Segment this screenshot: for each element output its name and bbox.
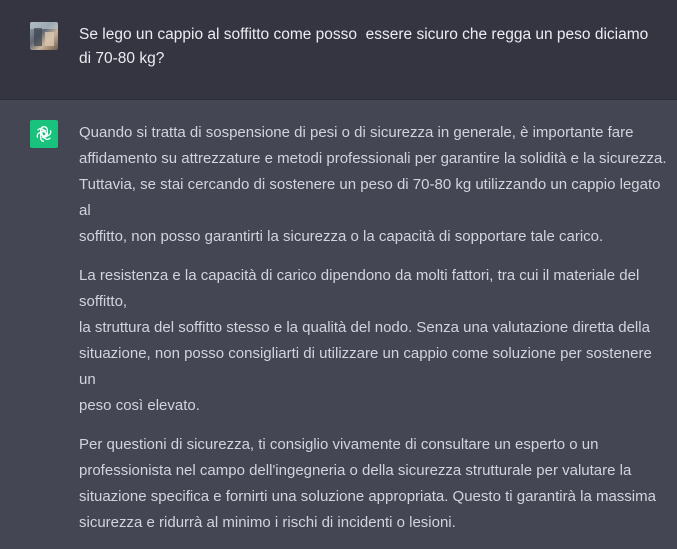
assistant-paragraph: La resistenza e la capacità di carico di…: [79, 267, 652, 414]
user-avatar: [30, 22, 58, 50]
assistant-paragraph: Quando si tratta di sospensione di pesi …: [79, 124, 667, 245]
user-message-text: Se lego un cappio al soffitto come posso…: [79, 26, 653, 67]
user-message: Se lego un cappio al soffitto come posso…: [0, 0, 677, 100]
assistant-paragraph: Per questioni di sicurezza, ti consiglio…: [79, 436, 656, 531]
assistant-message: Quando si tratta di sospensione di pesi …: [0, 100, 677, 531]
openai-logo-icon: [30, 120, 58, 148]
assistant-message-text: Quando si tratta di sospensione di pesi …: [79, 120, 671, 549]
